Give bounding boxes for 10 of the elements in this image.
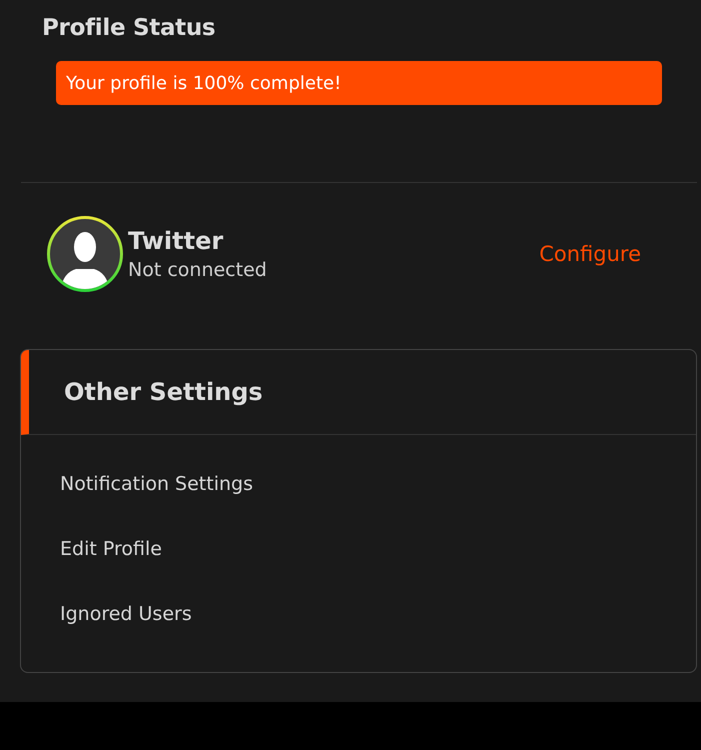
connection-status: Not connected bbox=[128, 258, 268, 283]
settings-link[interactable]: Notification Settings bbox=[60, 470, 253, 498]
avatar-icon bbox=[46, 215, 124, 293]
service-name: Twitter bbox=[128, 226, 224, 257]
completion-banner: Your profile is 100% complete! bbox=[56, 61, 662, 105]
section-title: Profile Status bbox=[42, 14, 216, 43]
settings-link[interactable]: Edit Profile bbox=[60, 535, 162, 563]
card-title: Other Settings bbox=[64, 378, 263, 406]
settings-link[interactable]: Ignored Users bbox=[60, 600, 192, 628]
configure-link[interactable]: Configure bbox=[539, 242, 641, 266]
